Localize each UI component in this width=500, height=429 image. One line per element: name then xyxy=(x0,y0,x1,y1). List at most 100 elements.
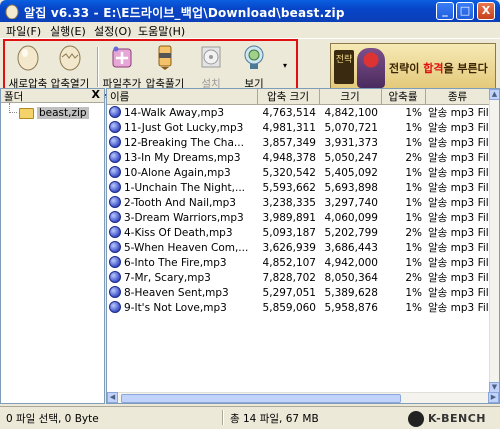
ratio-cell: 1% xyxy=(405,241,422,254)
table-row[interactable]: 12-Breaking The Cha... 3,857,349 3,931,373… xyxy=(107,135,490,150)
ratio-cell: 1% xyxy=(405,166,422,179)
table-row[interactable]: 7-Mr, Scary,mp3 7,828,702 8,050,364 2% 알송 mp… xyxy=(107,270,490,285)
type-cell: 알송 mp3 File xyxy=(428,242,490,254)
packed-size-cell: 4,852,107 xyxy=(262,256,316,269)
type-cell: 알송 mp3 File xyxy=(428,182,490,194)
file-name-cell: 12-Breaking The Cha... xyxy=(107,135,257,150)
menu-bar: 파일(F) 실행(E) 설정(O) 도움말(H) xyxy=(0,22,500,38)
size-cell: 5,050,247 xyxy=(324,151,378,164)
type-cell: 알송 mp3 File xyxy=(428,197,490,209)
tree-line xyxy=(9,103,17,113)
column-header-packed-size[interactable]: 압축 크기 xyxy=(257,89,320,105)
menu-run[interactable]: 실행(E) xyxy=(50,23,86,39)
maximize-button[interactable]: □ xyxy=(456,2,474,20)
ratio-cell: 2% xyxy=(405,151,422,164)
open-archive-button[interactable]: 압축열기 xyxy=(48,41,92,93)
file-name-cell: 14-Walk Away,mp3 xyxy=(107,105,257,121)
mp3-file-icon xyxy=(109,166,121,178)
file-name-cell: 6-Into The Fire,mp3 xyxy=(107,255,257,270)
kbench-logo-text: K-BENCH xyxy=(428,412,487,425)
packed-size-cell: 3,238,335 xyxy=(262,196,316,209)
horizontal-scrollbar[interactable]: ◀ ▶ xyxy=(107,392,499,403)
table-row[interactable]: 13-In My Dreams,mp3 4,948,378 5,050,247 2% 알… xyxy=(107,150,490,165)
type-cell: 알송 mp3 File xyxy=(428,212,490,224)
table-row[interactable]: 3-Dream Warriors,mp3 3,989,891 4,060,099 1%… xyxy=(107,210,490,225)
size-cell: 4,842,100 xyxy=(324,106,378,119)
table-row[interactable]: 4-Kiss Of Death,mp3 5,093,187 5,202,799 2% 알… xyxy=(107,225,490,240)
extract-button[interactable]: 압축풀기 xyxy=(143,41,187,93)
packed-size-cell: 3,626,939 xyxy=(262,241,316,254)
table-row[interactable]: 14-Walk Away,mp3 4,763,514 4,842,100 1% 알송 m… xyxy=(107,105,490,121)
mp3-file-icon xyxy=(109,196,121,208)
ratio-cell: 2% xyxy=(405,271,422,284)
file-name-text: 11-Just Got Lucky,mp3 xyxy=(124,122,244,134)
ratio-cell: 2% xyxy=(405,226,422,239)
title-bar[interactable]: 알집 v6.33 - E:\E드라이브_백업\Download\beast.zi… xyxy=(0,0,500,22)
menu-settings[interactable]: 설정(O) xyxy=(94,23,131,39)
table-row[interactable]: 9-It's Not Love,mp3 5,859,060 5,958,876 1% 알… xyxy=(107,300,490,315)
close-button[interactable]: X xyxy=(477,2,495,20)
size-cell: 3,686,443 xyxy=(324,241,378,254)
mp3-file-icon xyxy=(109,181,121,193)
mp3-file-icon xyxy=(109,301,121,313)
packed-size-cell: 5,320,542 xyxy=(262,166,316,179)
scroll-right-arrow[interactable]: ▶ xyxy=(488,392,499,403)
add-file-icon xyxy=(112,46,132,68)
scroll-left-arrow[interactable]: ◀ xyxy=(107,392,118,403)
file-table: 이름 압축 크기 크기 압축률 종류 14-Walk Away,mp3 4,763… xyxy=(107,89,491,315)
folder-pane: 폴더 X beast,zip xyxy=(0,88,105,404)
view-button[interactable]: 보기 xyxy=(232,41,276,93)
menu-help[interactable]: 도움말(H) xyxy=(138,23,185,39)
mp3-file-icon xyxy=(109,271,121,283)
file-name-text: 14-Walk Away,mp3 xyxy=(124,107,225,119)
column-header-ratio[interactable]: 압축률 xyxy=(381,89,426,105)
view-icon xyxy=(244,45,264,69)
mp3-file-icon xyxy=(109,151,121,163)
column-header-size[interactable]: 크기 xyxy=(319,89,382,105)
column-header-name[interactable]: 이름 xyxy=(107,89,258,105)
mp3-file-icon xyxy=(109,256,121,268)
type-cell: 알송 mp3 File xyxy=(428,167,490,179)
size-cell: 8,050,364 xyxy=(324,271,378,284)
ratio-cell: 1% xyxy=(405,286,422,299)
table-row[interactable]: 8-Heaven Sent,mp3 5,297,051 5,389,628 1% 알송 … xyxy=(107,285,490,300)
size-cell: 4,942,000 xyxy=(324,256,378,269)
table-row[interactable]: 1-Unchain The Night,... 5,593,662 5,693,89… xyxy=(107,180,490,195)
packed-size-cell: 5,859,060 xyxy=(262,301,316,314)
table-row[interactable]: 11-Just Got Lucky,mp3 4,981,311 5,070,721 1… xyxy=(107,120,490,135)
file-name-cell: 9-It's Not Love,mp3 xyxy=(107,300,257,315)
size-cell: 5,070,721 xyxy=(324,121,378,134)
toolbar-more-arrow[interactable]: ▾ xyxy=(283,61,287,70)
type-cell: 알송 mp3 File xyxy=(428,122,490,134)
packed-size-cell: 3,989,891 xyxy=(262,211,316,224)
scroll-up-arrow[interactable]: ▲ xyxy=(489,89,499,100)
type-cell: 알송 mp3 File xyxy=(428,152,490,164)
banner-text: 전략이 합격을 부른다 xyxy=(389,60,488,76)
file-name-text: 5-When Heaven Com,... xyxy=(124,242,249,254)
menu-file[interactable]: 파일(F) xyxy=(6,23,41,39)
table-row[interactable]: 5-When Heaven Com,... 3,626,939 3,686,443 1… xyxy=(107,240,490,255)
table-row[interactable]: 6-Into The Fire,mp3 4,852,107 4,942,000 1% 알… xyxy=(107,255,490,270)
file-name-text: 8-Heaven Sent,mp3 xyxy=(124,287,229,299)
status-divider xyxy=(222,410,224,425)
type-cell: 알송 mp3 File xyxy=(428,137,490,149)
folder-pane-close-button[interactable]: X xyxy=(92,88,100,101)
column-header-type[interactable]: 종류 xyxy=(425,89,491,105)
file-name-text: 10-Alone Again,mp3 xyxy=(124,167,231,179)
size-cell: 5,389,628 xyxy=(324,286,378,299)
mp3-file-icon xyxy=(109,121,121,133)
minimize-button[interactable]: _ xyxy=(436,2,454,20)
file-name-text: 4-Kiss Of Death,mp3 xyxy=(124,227,233,239)
ratio-cell: 1% xyxy=(405,136,422,149)
file-name-cell: 3-Dream Warriors,mp3 xyxy=(107,210,257,225)
kbench-logo: K-BENCH xyxy=(408,411,494,427)
ratio-cell: 1% xyxy=(405,181,422,194)
file-name-text: 2-Tooth And Nail,mp3 xyxy=(124,197,236,209)
horizontal-scroll-thumb[interactable] xyxy=(121,394,401,403)
ad-banner[interactable]: 전략 전략이 합격을 부른다 xyxy=(330,43,496,91)
vertical-scrollbar[interactable]: ▲ ▼ xyxy=(489,89,499,393)
table-row[interactable]: 10-Alone Again,mp3 5,320,542 5,405,092 1% 알송… xyxy=(107,165,490,180)
install-cd-icon xyxy=(201,46,221,68)
size-cell: 5,958,876 xyxy=(324,301,378,314)
table-row[interactable]: 2-Tooth And Nail,mp3 3,238,335 3,297,740 1%… xyxy=(107,195,490,210)
